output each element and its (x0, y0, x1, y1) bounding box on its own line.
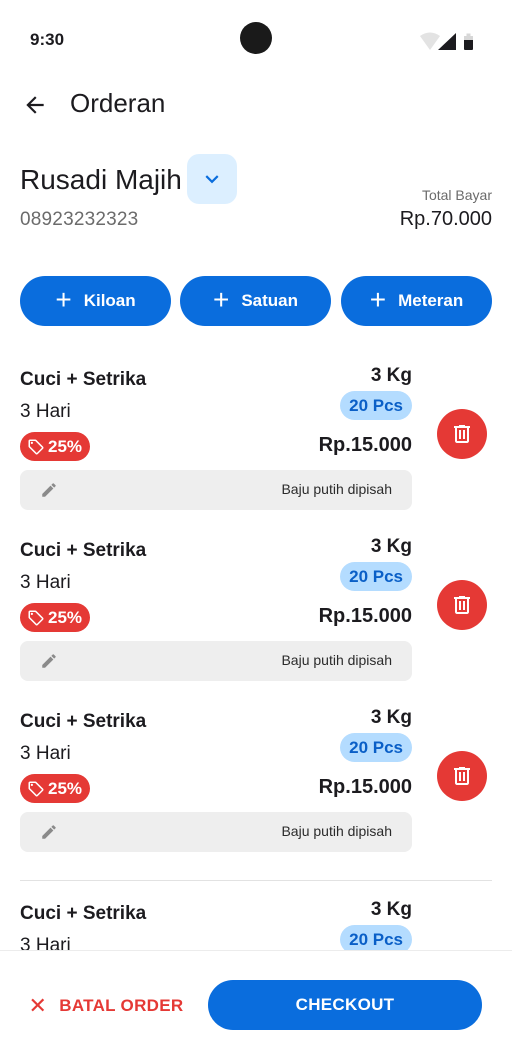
discount-badge: 25% (20, 432, 91, 461)
tag-icon (28, 610, 44, 625)
item-price: Rp.15.000 (318, 434, 412, 456)
wifi-icon (420, 32, 440, 50)
add-kiloan-label: Kiloan (83, 291, 136, 310)
item-note-field[interactable]: Baju putih dipisah (20, 641, 412, 681)
arrow-back-icon (26, 96, 44, 114)
item-weight: 3 Kg (370, 899, 412, 920)
discount-value: 25% (48, 778, 83, 798)
discount-value: 25% (48, 607, 83, 627)
customer-expand-button[interactable] (187, 154, 237, 204)
status-bar: 9:30 (0, 0, 512, 80)
add-meteran-label: Meteran (398, 291, 464, 310)
delete-item-button[interactable] (437, 751, 487, 801)
total-value: Rp.70.000 (399, 208, 492, 230)
item-note-text: Baju putih dipisah (281, 652, 392, 668)
section-divider (20, 880, 492, 881)
discount-badge: 25% (20, 603, 91, 632)
tag-icon (28, 781, 44, 796)
app-bar: Orderan (0, 80, 512, 128)
item-service: Cuci + Setrika (20, 903, 147, 924)
item-service: Cuci + Setrika (20, 540, 147, 561)
add-meteran-button[interactable]: + Meteran (341, 276, 492, 326)
customer-phone: 08923232323 (20, 209, 139, 230)
bottom-action-bar: ✕ BATAL ORDER CHECKOUT (0, 950, 512, 1059)
item-note-field[interactable]: Baju putih dipisah (20, 812, 412, 852)
plus-icon: + (369, 283, 387, 315)
delete-item-button[interactable] (437, 409, 487, 459)
pencil-icon (42, 825, 56, 839)
pencil-icon (42, 483, 56, 497)
item-service: Cuci + Setrika (20, 369, 147, 390)
plus-icon: + (212, 283, 230, 315)
checkout-label: CHECKOUT (295, 995, 395, 1014)
trash-icon (454, 596, 470, 614)
add-kiloan-button[interactable]: + Kiloan (20, 276, 171, 326)
status-icons (420, 32, 473, 50)
item-note-field[interactable]: Baju putih dipisah (20, 470, 412, 510)
item-note-text: Baju putih dipisah (281, 823, 392, 839)
order-item: Cuci + Setrika 3 Hari 3 Kg 20 Pcs 25% Rp… (0, 358, 512, 518)
item-price: Rp.15.000 (318, 605, 412, 627)
delete-item-button[interactable] (437, 580, 487, 630)
item-service: Cuci + Setrika (20, 711, 147, 732)
cancel-order-label: BATAL ORDER (59, 996, 184, 1015)
back-button[interactable] (20, 90, 50, 120)
item-weight: 3 Kg (370, 365, 412, 386)
page-title: Orderan (70, 88, 166, 118)
discount-badge: 25% (20, 774, 91, 803)
cancel-order-button[interactable]: ✕ BATAL ORDER (20, 981, 192, 1031)
item-pcs-badge: 20 Pcs (340, 391, 412, 420)
item-pcs-badge: 20 Pcs (340, 733, 412, 762)
checkout-button[interactable]: CHECKOUT (208, 980, 482, 1030)
cellular-signal-icon (438, 33, 456, 50)
customer-name: Rusadi Majih (20, 164, 182, 195)
order-item: Cuci + Setrika 3 Hari 3 Kg 20 Pcs 25% Rp… (0, 700, 512, 860)
add-satuan-button[interactable]: + Satuan (180, 276, 331, 326)
item-weight: 3 Kg (370, 707, 412, 728)
trash-icon (454, 425, 470, 443)
camera-cutout (240, 22, 272, 54)
item-price: Rp.15.000 (318, 776, 412, 798)
tag-icon (28, 439, 44, 454)
customer-summary: Rusadi Majih 08923232323 Total Bayar Rp.… (0, 150, 512, 240)
add-satuan-label: Satuan (241, 291, 299, 310)
status-time: 9:30 (30, 30, 65, 49)
item-duration: 3 Hari (20, 401, 71, 422)
add-item-buttons: + Kiloan + Satuan + Meteran (20, 276, 492, 326)
order-item: Cuci + Setrika 3 Hari 3 Kg 20 Pcs 25% Rp… (0, 529, 512, 689)
item-duration: 3 Hari (20, 743, 71, 764)
chevron-down-icon (205, 175, 219, 184)
discount-value: 25% (48, 436, 83, 456)
item-duration: 3 Hari (20, 572, 71, 593)
item-note-text: Baju putih dipisah (281, 481, 392, 497)
close-icon: ✕ (28, 993, 48, 1018)
item-pcs-badge: 20 Pcs (340, 562, 412, 591)
pencil-icon (42, 654, 56, 668)
total-label: Total Bayar (421, 187, 492, 203)
trash-icon (454, 767, 470, 785)
plus-icon: + (55, 283, 72, 315)
item-weight: 3 Kg (370, 536, 412, 557)
